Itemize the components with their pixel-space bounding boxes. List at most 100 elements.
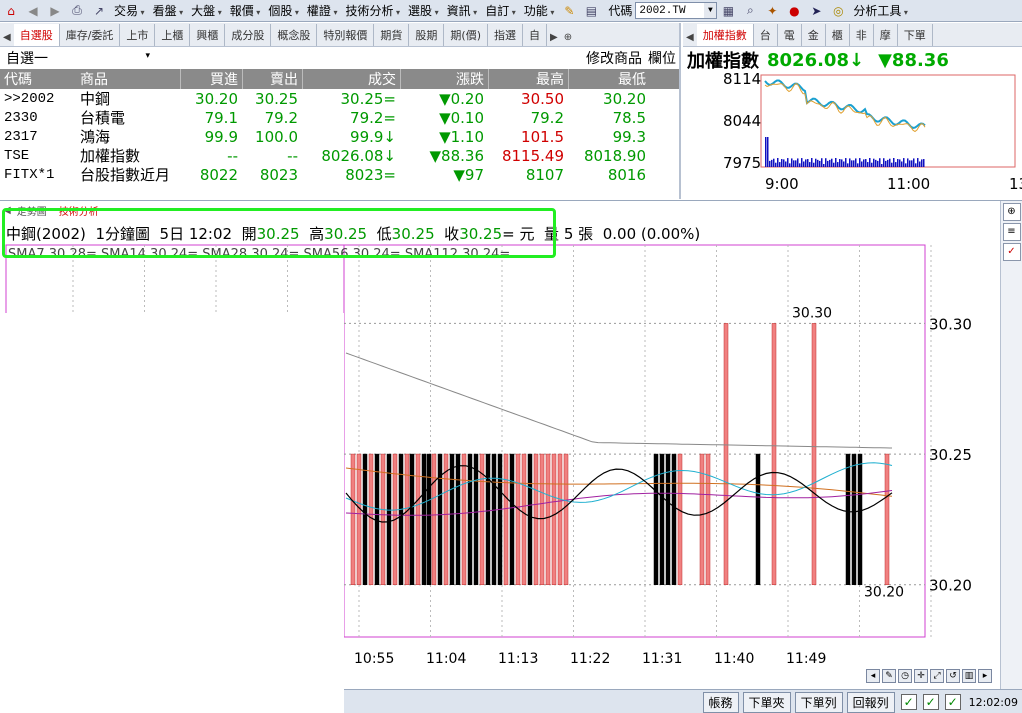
- check-icon[interactable]: ✓: [922, 694, 939, 710]
- tab-stock-futures[interactable]: 股期: [409, 24, 445, 46]
- menu-quote[interactable]: 報價: [226, 2, 265, 19]
- col-name[interactable]: 商品: [76, 69, 180, 89]
- clock-time: 12:02:09: [968, 695, 1018, 709]
- alert-icon[interactable]: ●: [785, 2, 803, 20]
- price-bar: [665, 453, 671, 585]
- check-icon[interactable]: ✓: [944, 694, 961, 710]
- index-volume-bar: [863, 159, 865, 167]
- magnifier-icon[interactable]: ◎: [829, 2, 847, 20]
- tab-scroll-right-icon[interactable]: ▶: [547, 29, 561, 46]
- index-volume-bar: [777, 158, 779, 167]
- tab-components[interactable]: 成分股: [225, 24, 272, 46]
- back-icon[interactable]: ◀: [24, 2, 42, 20]
- tool-icon[interactable]: ✦: [763, 2, 781, 20]
- clock-icon[interactable]: ◷: [898, 669, 912, 683]
- index-volume-bar: [865, 159, 867, 167]
- col-high[interactable]: 最高: [488, 69, 568, 89]
- chevron-down-icon[interactable]: ▼: [704, 3, 717, 18]
- menu-market[interactable]: 大盤: [187, 2, 226, 19]
- tab-index-options[interactable]: 指選: [488, 24, 524, 46]
- index-y-tick: 8114: [723, 71, 761, 88]
- grid-icon[interactable]: ▦: [719, 2, 737, 20]
- col-change[interactable]: 漲跌: [400, 69, 488, 89]
- checklist-icon[interactable]: ✓: [1002, 243, 1021, 261]
- crosshair-icon[interactable]: ✛: [914, 669, 928, 683]
- menu-custom[interactable]: 自訂: [481, 2, 520, 19]
- price-bar: [845, 453, 851, 585]
- tab-watchlist[interactable]: 自選股: [13, 24, 60, 46]
- tab-finance[interactable]: 金: [802, 24, 826, 46]
- tab-order[interactable]: 下單: [898, 24, 933, 46]
- check-icon[interactable]: ✓: [900, 694, 917, 710]
- code-input[interactable]: 2002.TW ▼: [635, 2, 718, 19]
- menu-function[interactable]: 功能: [520, 2, 559, 19]
- edit-items-button[interactable]: 修改商品: [583, 48, 645, 68]
- tab-listed[interactable]: 上市: [120, 24, 156, 46]
- cell-chg: ▼1.10: [439, 127, 484, 146]
- menu-view[interactable]: 看盤: [149, 2, 188, 19]
- tab-electronics[interactable]: 電: [778, 24, 802, 46]
- tab-scroll-left-icon[interactable]: ◀: [0, 29, 14, 46]
- tab-concept[interactable]: 概念股: [271, 24, 318, 46]
- zoom-in-icon[interactable]: ⊕: [1002, 203, 1021, 221]
- index-tab-left-icon[interactable]: ◀: [683, 29, 697, 46]
- tab-msci[interactable]: 摩: [874, 24, 898, 46]
- tab-taiex[interactable]: 加權指數: [696, 24, 754, 46]
- col-code[interactable]: 代碼: [0, 69, 76, 89]
- tab-tw[interactable]: 台: [754, 24, 778, 46]
- order-folder-button[interactable]: 下單夾: [742, 691, 791, 713]
- print-icon[interactable]: ⎙: [68, 2, 86, 20]
- pen-icon[interactable]: ✎: [560, 2, 578, 20]
- price-bar: [421, 453, 427, 585]
- draw-icon[interactable]: ✎: [882, 669, 896, 683]
- tab-self[interactable]: 自: [523, 24, 548, 46]
- account-button[interactable]: 帳務: [702, 691, 739, 713]
- tab-futures[interactable]: 期貨: [374, 24, 410, 46]
- tab-inventory[interactable]: 庫存/委託: [60, 24, 121, 46]
- tab-futures-price[interactable]: 期(價): [444, 24, 489, 46]
- col-bid[interactable]: 買進: [180, 69, 242, 89]
- home-icon[interactable]: ⌂: [2, 2, 20, 20]
- table-row[interactable]: >>2002 中鋼 30.20 30.25 30.25= ▼0.20 30.50 30.20: [0, 89, 679, 109]
- menu-screener[interactable]: 選股: [404, 2, 443, 19]
- tab-non[interactable]: 非: [850, 24, 874, 46]
- columns-button[interactable]: 欄位: [645, 48, 679, 68]
- watchlist-select[interactable]: 自選一: [0, 48, 150, 68]
- cursor-icon[interactable]: ➤: [807, 2, 825, 20]
- indicator-icon[interactable]: ▥: [962, 669, 976, 683]
- order-bar-button[interactable]: 下單列: [794, 691, 843, 713]
- tab-otc-index[interactable]: 櫃: [826, 24, 850, 46]
- menu-info[interactable]: 資訊: [443, 2, 482, 19]
- index-volume-bar: [809, 162, 811, 167]
- table-row[interactable]: 2330 台積電 79.1 79.2 79.2= ▼0.10 79.2 78.5: [0, 108, 679, 128]
- table-row[interactable]: FITX*1 台股指數近月 8022 8023 8023= ▼97 8107 8016: [0, 165, 679, 185]
- table-row[interactable]: 2317 鴻海 99.9 100.0 99.9↓ ▼1.10 101.5 99.3: [0, 127, 679, 147]
- scroll-left-icon[interactable]: ◂: [866, 669, 880, 683]
- scroll-right-icon[interactable]: ▸: [978, 669, 992, 683]
- menu-technical[interactable]: 技術分析: [341, 2, 404, 19]
- settings-icon[interactable]: ≡: [1002, 223, 1021, 241]
- col-low[interactable]: 最低: [568, 69, 650, 89]
- tab-emerging[interactable]: 興櫃: [190, 24, 226, 46]
- price-bar: [443, 453, 449, 585]
- zoom-icon[interactable]: ⊕: [561, 29, 575, 46]
- menu-analysis-tools[interactable]: 分析工具: [849, 2, 912, 19]
- index-volume-bar: [813, 162, 815, 167]
- col-last[interactable]: 成交: [302, 69, 400, 89]
- menu-trade[interactable]: 交易: [110, 2, 149, 19]
- menu-warrant[interactable]: 權證: [303, 2, 342, 19]
- fit-icon[interactable]: ⤢: [930, 669, 944, 683]
- table-row[interactable]: TSE 加權指數 -- -- 8026.08↓ ▼88.36 8115.49 8018.90: [0, 146, 679, 166]
- report-bar-button[interactable]: 回報列: [846, 691, 895, 713]
- menu-stock[interactable]: 個股: [264, 2, 303, 19]
- calc-icon[interactable]: ▤: [582, 2, 600, 20]
- search-icon[interactable]: ⌕: [741, 2, 759, 20]
- window-icon[interactable]: ↗: [90, 2, 108, 20]
- col-ask[interactable]: 賣出: [242, 69, 302, 89]
- tab-otc[interactable]: 上櫃: [155, 24, 191, 46]
- table-header: 代碼 商品 買進 賣出 成交 漲跌 最高 最低: [0, 69, 679, 89]
- cell-name: 中鋼: [80, 90, 111, 108]
- tab-special[interactable]: 特別報價: [317, 24, 375, 46]
- forward-icon[interactable]: ▶: [46, 2, 64, 20]
- undo-icon[interactable]: ↺: [946, 669, 960, 683]
